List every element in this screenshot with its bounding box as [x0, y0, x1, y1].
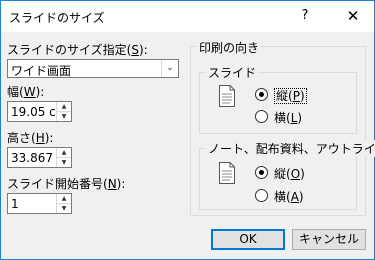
- slide-size-dialog: スライドのサイズ ? ✕ スライドのサイズ指定(S): ワイド画面 ⌄ 幅(W)…: [0, 0, 375, 260]
- slide-size-label: スライドのサイズ指定(S):: [7, 43, 148, 57]
- help-button[interactable]: ?: [291, 5, 319, 27]
- slide-size-value: ワイド画面: [11, 64, 72, 78]
- ok-button[interactable]: OK: [211, 229, 285, 250]
- spin-up-icon[interactable]: ▲: [57, 102, 71, 112]
- notes-group-title: ノート、配布資料、アウトライン: [206, 140, 375, 157]
- spin-up-icon[interactable]: ▲: [57, 194, 71, 204]
- height-value[interactable]: 33.867 cm: [11, 151, 56, 165]
- width-value[interactable]: 19.05 cm: [11, 105, 56, 119]
- start-number-label: スライド開始番号(N):: [7, 177, 126, 191]
- slides-portrait-radio[interactable]: [255, 88, 268, 101]
- orientation-group-title: 印刷の向き: [197, 39, 262, 56]
- title-bar: スライドのサイズ ? ✕: [1, 1, 374, 32]
- notes-landscape-label[interactable]: 横(A): [274, 188, 304, 205]
- spin-down-icon[interactable]: ▼: [57, 158, 71, 167]
- slides-group-title: スライド: [206, 64, 259, 81]
- spin-down-icon[interactable]: ▼: [57, 204, 71, 213]
- width-stepper[interactable]: 19.05 cm ▲ ▼: [7, 101, 72, 122]
- chevron-down-icon[interactable]: ⌄: [161, 60, 178, 77]
- slides-portrait-label[interactable]: 縦(P): [274, 87, 307, 104]
- spin-down-icon[interactable]: ▼: [57, 112, 71, 121]
- slides-landscape-label[interactable]: 横(L): [274, 109, 302, 126]
- height-spin-arrows: ▲ ▼: [56, 148, 71, 167]
- slides-landscape-radio[interactable]: [255, 110, 268, 123]
- page-portrait-icon: [219, 162, 235, 184]
- start-number-spin-arrows: ▲ ▼: [56, 194, 71, 213]
- radio-selected-dot: [259, 92, 264, 97]
- notes-portrait-radio[interactable]: [255, 166, 268, 179]
- height-label: 高さ(H):: [7, 131, 54, 145]
- dialog-title: スライドのサイズ: [9, 11, 105, 25]
- width-spin-arrows: ▲ ▼: [56, 102, 71, 121]
- slide-size-dropdown[interactable]: ワイド画面 ⌄: [7, 59, 179, 78]
- height-stepper[interactable]: 33.867 cm ▲ ▼: [7, 147, 72, 168]
- start-number-stepper[interactable]: 1 ▲ ▼: [7, 193, 72, 214]
- notes-portrait-label[interactable]: 縦(O): [274, 165, 305, 182]
- width-label: 幅(W):: [7, 85, 45, 99]
- page-portrait-icon: [219, 85, 235, 107]
- close-button[interactable]: ✕: [339, 5, 367, 27]
- notes-landscape-radio[interactable]: [255, 189, 268, 202]
- dialog-content: スライドのサイズ指定(S): ワイド画面 ⌄ 幅(W): 19.05 cm ▲ …: [1, 32, 375, 259]
- cancel-button[interactable]: キャンセル: [292, 229, 366, 250]
- radio-selected-dot: [259, 170, 264, 175]
- start-number-value[interactable]: 1: [11, 197, 56, 211]
- spin-up-icon[interactable]: ▲: [57, 148, 71, 158]
